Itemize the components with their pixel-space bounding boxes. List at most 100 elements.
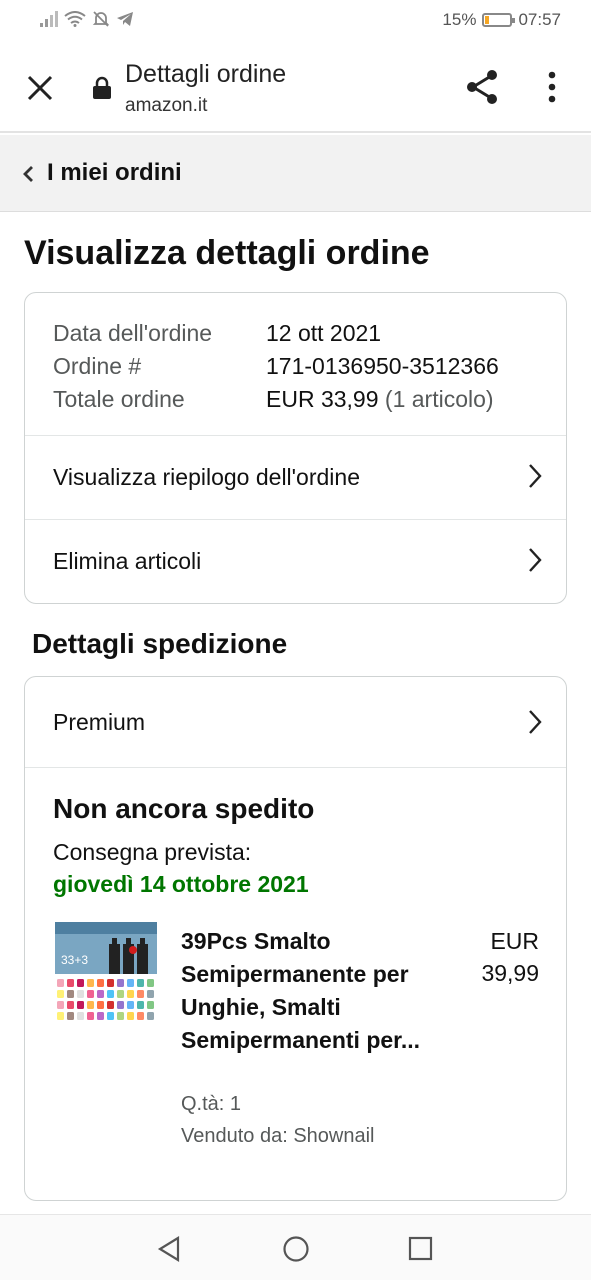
delete-items-link[interactable]: Elimina articoli	[25, 519, 566, 603]
order-item-count: (1 articolo)	[384, 386, 494, 412]
nav-home-icon[interactable]	[282, 1235, 310, 1263]
browser-toolbar: Dettagli ordine amazon.it	[0, 40, 591, 133]
clock: 07:57	[518, 10, 561, 29]
chevron-right-icon	[529, 464, 542, 488]
muted-bell-icon	[92, 11, 110, 27]
lock-icon	[93, 76, 111, 99]
product-price: EUR 39,99	[481, 928, 539, 986]
color-swatch	[87, 979, 94, 987]
color-swatch	[147, 979, 154, 987]
order-total-label: Totale ordine	[53, 386, 185, 412]
battery-fill	[485, 16, 490, 24]
status-icons	[40, 10, 134, 28]
status-bar: 15% 07:57	[0, 0, 591, 40]
back-to-orders[interactable]: I miei ordini	[0, 135, 591, 212]
color-swatch	[67, 1012, 74, 1020]
color-swatch	[97, 1012, 104, 1020]
product-title[interactable]: 39Pcs Smalto Semipermanente per Unghie, …	[181, 925, 421, 1057]
telegram-icon	[117, 12, 133, 26]
shipping-section-title: Dettagli spedizione	[32, 628, 288, 659]
color-swatch	[57, 979, 64, 987]
color-swatch	[117, 979, 124, 987]
color-swatch	[107, 990, 114, 998]
color-swatch	[127, 990, 134, 998]
order-number-value: 171-0136950-3512366	[266, 353, 499, 379]
color-swatch	[77, 979, 84, 987]
order-date-row: Data dell'ordine 12 ott 2021	[53, 317, 499, 350]
product-seller: Venduto da: Shownail	[181, 1125, 375, 1147]
delivery-date: giovedì 14 ottobre 2021	[53, 871, 309, 897]
back-link-label: I miei ordini	[47, 159, 182, 186]
color-swatch	[57, 1001, 64, 1009]
color-swatch	[127, 979, 134, 987]
color-swatch	[137, 1012, 144, 1020]
order-total-row: Totale ordine EUR 33,99 (1 articolo)	[53, 383, 499, 416]
shipment-status: Non ancora spedito	[53, 793, 315, 824]
order-date-value: 12 ott 2021	[266, 320, 382, 346]
color-swatch	[117, 1012, 124, 1020]
color-swatch	[107, 979, 114, 987]
color-swatch	[87, 1001, 94, 1009]
color-swatch	[77, 990, 84, 998]
color-swatch	[117, 1001, 124, 1009]
signal-icon	[40, 11, 58, 27]
color-swatch	[117, 990, 124, 998]
color-swatch	[67, 1001, 74, 1009]
nav-back-icon[interactable]	[156, 1235, 182, 1263]
nav-recent-apps-icon[interactable]	[408, 1236, 433, 1261]
order-number-row: Ordine # 171-0136950-3512366	[53, 350, 499, 383]
product-quantity: Q.tà: 1	[181, 1093, 242, 1115]
color-swatch	[137, 990, 144, 998]
color-swatch	[67, 979, 74, 987]
battery-icon	[482, 13, 516, 27]
color-swatch	[147, 1001, 154, 1009]
browser-url[interactable]: amazon.it	[125, 95, 207, 117]
shipping-method-link[interactable]: Premium	[25, 677, 566, 768]
chevron-right-icon	[529, 548, 542, 572]
color-swatch	[77, 1001, 84, 1009]
page-title: Visualizza dettagli ordine	[24, 234, 430, 272]
color-swatch	[87, 990, 94, 998]
color-swatch	[67, 990, 74, 998]
color-swatch	[97, 1001, 104, 1009]
color-swatch	[57, 990, 64, 998]
color-swatch	[127, 1012, 134, 1020]
delete-items-label: Elimina articoli	[53, 548, 202, 574]
shipping-method-label: Premium	[53, 708, 146, 735]
color-swatch	[77, 1012, 84, 1020]
system-nav-bar	[0, 1214, 591, 1280]
color-swatch	[107, 1001, 114, 1009]
color-swatch	[137, 1001, 144, 1009]
chevron-left-icon	[23, 166, 33, 182]
product-image-text: 33+3	[61, 953, 88, 967]
color-swatch	[57, 1012, 64, 1020]
color-swatch	[97, 979, 104, 987]
color-swatch	[147, 990, 154, 998]
color-swatch	[97, 990, 104, 998]
order-date-label: Data dell'ordine	[53, 320, 213, 346]
wifi-icon	[64, 11, 86, 27]
shipment-card: Premium Non ancora spedito Consegna prev…	[24, 676, 567, 1201]
order-total-value: EUR 33,99 (1 articolo)	[266, 383, 494, 416]
view-order-summary-label: Visualizza riepilogo dell'ordine	[53, 464, 360, 490]
order-info-card: Data dell'ordine 12 ott 2021 Ordine # 17…	[24, 292, 567, 604]
color-swatch	[137, 979, 144, 987]
order-info: Data dell'ordine 12 ott 2021 Ordine # 17…	[53, 317, 499, 416]
view-order-summary-link[interactable]: Visualizza riepilogo dell'ordine	[25, 435, 566, 519]
color-swatch	[107, 1012, 114, 1020]
battery-percent: 15%	[442, 10, 477, 29]
delivery-label: Consegna prevista:	[53, 839, 252, 865]
status-right: 15% 07:57	[442, 10, 561, 30]
chevron-right-icon	[529, 710, 542, 734]
more-options-icon[interactable]	[540, 68, 564, 106]
color-swatch	[87, 1012, 94, 1020]
color-swatches	[57, 979, 154, 1020]
order-total-amount: EUR 33,99	[266, 386, 379, 412]
color-swatch	[127, 1001, 134, 1009]
close-icon[interactable]	[20, 68, 60, 108]
order-number-label: Ordine #	[53, 353, 142, 379]
browser-page-title: Dettagli ordine	[125, 60, 287, 88]
color-swatch	[147, 1012, 154, 1020]
product-image[interactable]: 33+3	[55, 922, 157, 1022]
share-icon[interactable]	[464, 68, 502, 106]
